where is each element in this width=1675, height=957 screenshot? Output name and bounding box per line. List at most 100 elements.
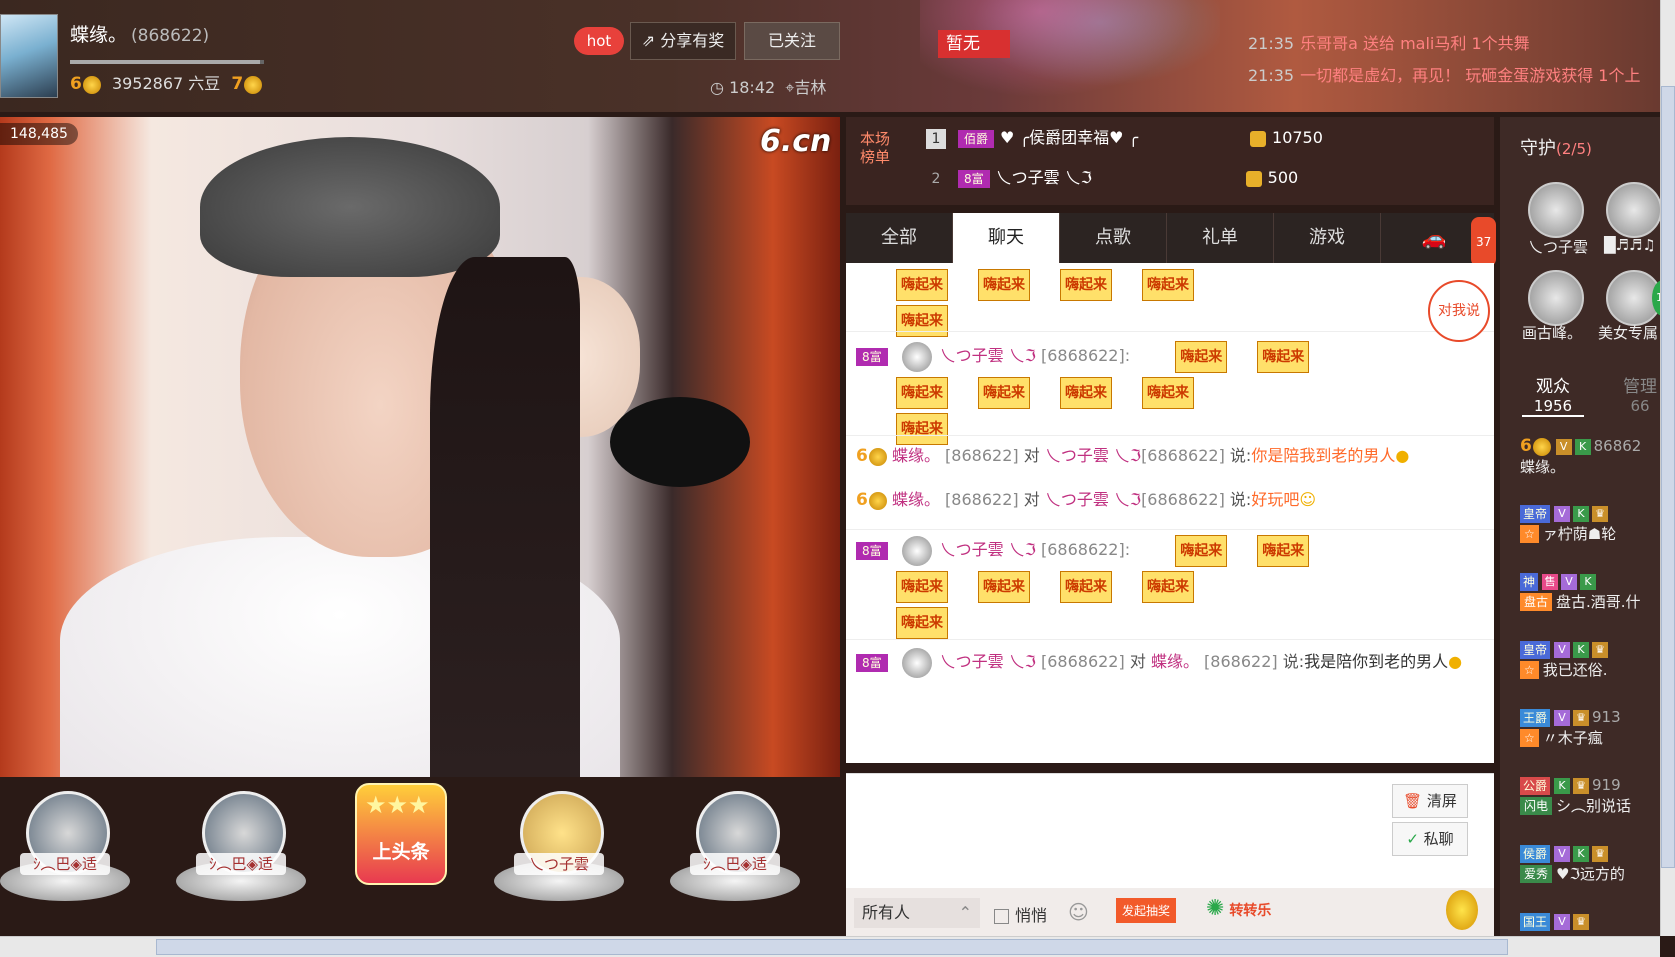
audience-name: 蝶缘。 <box>1520 458 1566 476</box>
chat-text: 好玩吧 <box>1251 490 1300 509</box>
hype-sticker: 嗨起来 <box>1060 269 1112 301</box>
video-player[interactable] <box>0 117 840 777</box>
spin-button[interactable]: ✺ 转转乐 <box>1206 896 1271 921</box>
tag: 爱秀 <box>1520 865 1553 883</box>
audience-item[interactable]: 公爵 K ♛ 919 闪电 シ︵别说话 <box>1520 776 1660 836</box>
crown-icon <box>244 75 263 94</box>
k-icon: K <box>1573 505 1590 522</box>
rank-amount: 10750 <box>1272 128 1323 147</box>
quiet-label: 悄悄 <box>1015 906 1048 925</box>
seat[interactable]: ｼ︵巴◈适 <box>670 791 800 901</box>
hype-sticker: 嗨起来 <box>1142 571 1194 603</box>
badge-icon: ♛ <box>1592 845 1609 862</box>
tab-all[interactable]: 全部 <box>846 213 953 263</box>
chevron-up-icon: ⌃ <box>958 903 972 922</box>
audience-item[interactable]: 国王 V ♛ <box>1520 912 1660 934</box>
private-chat-button[interactable]: ✓ 私聊 <box>1392 822 1468 856</box>
tab-chat[interactable]: 聊天 <box>953 213 1060 263</box>
rank-row[interactable]: 2 8富 乀つ子雲 乀ℑ 500 <box>926 164 1466 202</box>
chat-target[interactable]: 蝶缘。 <box>1151 652 1199 671</box>
guard-avatar[interactable] <box>1528 270 1584 326</box>
clear-screen-button[interactable]: 🗑 清屏 <box>1392 784 1468 818</box>
chat-username[interactable]: 乀つ子雲 乀ℑ <box>940 346 1036 365</box>
share-button[interactable]: ⇗ 分享有奖 <box>630 22 736 60</box>
tab-audience[interactable]: 观众 1956 <box>1522 372 1584 417</box>
chat-target[interactable]: 乀つ子雲 乀ℑ <box>1045 490 1141 509</box>
rank-badge: 国王 <box>1520 912 1551 931</box>
vip-icon: V <box>1554 913 1571 930</box>
rank-label[interactable]: 本场榜单 <box>860 130 892 166</box>
tab-games[interactable]: 游戏 <box>1274 213 1381 263</box>
audience-item[interactable]: 神售VK 盘古 盘古.酒哥.什 <box>1520 572 1660 632</box>
horizontal-scroll-thumb[interactable] <box>156 939 1508 955</box>
chat-input-area[interactable]: 🗑 清屏 ✓ 私聊 <box>846 773 1494 889</box>
audience-item[interactable]: 侯爵 V K ♛ 爱秀 ♥ℑ远方的 <box>1520 844 1660 904</box>
divider <box>846 639 1494 640</box>
chat-level: 6 <box>856 446 868 466</box>
broadcast-message: 21:35 一切都是虚幻，再见！ 玩砸金蛋游戏获得 1个上 <box>1248 62 1640 86</box>
chat-say: 说: <box>1229 446 1252 465</box>
video-hair <box>430 257 580 777</box>
audience-item[interactable]: 王爵 V ♛ 913 ☆ 〃木子瘋 <box>1520 708 1660 768</box>
audience-item[interactable]: 6 V K 86862 蝶缘。 <box>1520 436 1660 496</box>
audience-item[interactable]: 皇帝 V K ♛ ☆ ァ柠荫☗轮 <box>1520 504 1660 564</box>
lottery-button[interactable]: 发起抽奖 <box>1116 898 1177 923</box>
tab-songs[interactable]: 点歌 <box>1060 213 1167 263</box>
chat-username[interactable]: 蝶缘。 <box>892 446 940 465</box>
guard-avatar[interactable] <box>1528 182 1584 238</box>
guard-shield-icon <box>901 341 932 372</box>
hot-badge[interactable]: hot <box>574 27 624 55</box>
emoji-button-icon[interactable]: ☺ <box>1068 900 1089 924</box>
chat-target-id: [6868622] <box>1141 490 1225 509</box>
golden-egg-icon[interactable] <box>1446 890 1478 930</box>
tab-car[interactable]: 🚗 37 <box>1381 213 1497 267</box>
chat-userid: [868622] <box>945 446 1019 465</box>
k-icon: K <box>1554 777 1571 794</box>
guard-avatar[interactable] <box>1606 182 1662 238</box>
chat-userid: [6868622]: <box>1040 540 1131 559</box>
headline-label: 上头条 <box>372 841 430 863</box>
location-text: 吉林 <box>794 78 827 97</box>
chat-panel[interactable]: 嗨起来 嗨起来 嗨起来 嗨起来 嗨起来 8富 乀つ子雲 乀ℑ [6868622]: 嗨起来… <box>846 263 1494 763</box>
rank-badge: 8富 <box>856 542 888 560</box>
chat-username[interactable]: 乀つ子雲 乀ℑ <box>940 652 1036 671</box>
hype-sticker: 嗨起来 <box>1257 341 1310 373</box>
audience-name: ♥ℑ远方的 <box>1556 864 1625 883</box>
chat-message: 6 蝶缘。 [868622] 对 乀つ子雲 乀ℑ[6868622] 说:好玩吧☺ <box>856 485 1476 515</box>
audience-select[interactable]: 所有人 ⌃ <box>854 898 980 928</box>
tab-gifts[interactable]: 礼单 <box>1167 213 1274 263</box>
chat-username[interactable]: 乀つ子雲 乀ℑ <box>940 540 1036 559</box>
seat[interactable]: ｼ︵巴◈适 <box>0 791 130 901</box>
chat-message: 8富 乀つ子雲 乀ℑ [6868622]: 嗨起来 嗨起来 嗨起来 嗨起来 嗨起来 嗨起来… <box>856 341 1476 449</box>
rank-number: 1 <box>926 129 946 149</box>
user-level: 6 <box>1520 436 1532 456</box>
hype-sticker: 嗨起来 <box>896 571 948 603</box>
tag: ☆ <box>1520 661 1539 679</box>
none-tag: 暂无 <box>938 30 1010 58</box>
guard-title: 守护(2/5) <box>1520 134 1592 160</box>
rank-badge: 8富 <box>958 170 990 188</box>
guard-count: (2/5) <box>1556 140 1592 158</box>
host-avatar[interactable] <box>0 14 58 98</box>
seat[interactable]: ｼ︵巴◈适 <box>176 791 306 901</box>
time-location: ◷ 18:42 ⌖吉林 <box>710 74 826 98</box>
hype-sticker: 嗨起来 <box>896 305 948 337</box>
badge-icon: ♛ <box>1573 777 1590 794</box>
rank-row[interactable]: 1 佰爵 ♥ ╭侯爵团幸福♥ ╭ 10750 <box>926 124 1466 162</box>
chat-username[interactable]: 蝶缘。 <box>892 490 940 509</box>
follow-button[interactable]: 已关注 <box>744 22 840 60</box>
vertical-scroll-thumb[interactable] <box>1661 86 1675 868</box>
chat-tabs: 全部 聊天 点歌 礼单 游戏 🚗 37 <box>846 213 1497 267</box>
audience-item[interactable]: 皇帝 V K ♛ ☆ 我已还俗. <box>1520 640 1660 700</box>
talk-to-me-button[interactable]: 对我说 <box>1428 280 1490 342</box>
chat-target[interactable]: 乀つ子雲 乀ℑ <box>1045 446 1141 465</box>
seat[interactable]: 乀つ子雲 <box>494 791 624 901</box>
vip-icon: V <box>1555 438 1572 455</box>
current-level: 6 <box>70 74 82 94</box>
vip-icon: V <box>1554 709 1571 726</box>
rank-number: 2 <box>931 171 941 187</box>
seat-label: 乀つ子雲 <box>514 853 604 875</box>
headline-button[interactable]: ★★★ 上头条 <box>355 783 447 885</box>
hype-sticker: 嗨起来 <box>1175 341 1228 373</box>
quiet-checkbox[interactable]: 悄悄 <box>994 902 1047 926</box>
